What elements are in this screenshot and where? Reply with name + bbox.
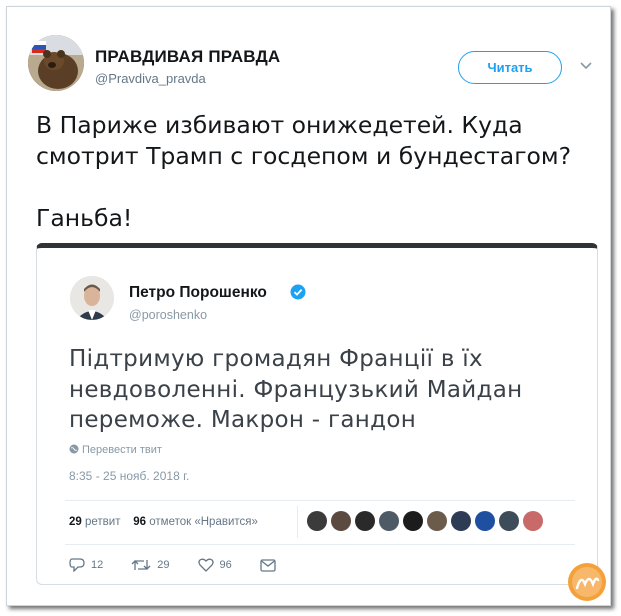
verified-icon [290,284,306,300]
globe-icon [69,444,79,454]
embedded-text-line: Підтримую громадян Франції в їх [69,346,483,372]
reply-button: 12 [69,558,103,572]
embedded-tweet-text: Підтримую громадян Франції в їх невдовол… [69,344,579,436]
tweet-card: ПРАВДИВАЯ ПРАВДА @Pravdiva_pravda Читать… [6,6,611,606]
embedded-handle: @poroshenko [129,308,208,322]
liker-avatar [307,511,327,531]
retweet-count: 29 [157,559,170,571]
embedded-display-name: Петро Порошенко [129,284,267,301]
liker-avatars [307,511,543,535]
liker-avatar [355,511,375,531]
tweet-text-line: Ганьба! [36,204,133,232]
retweet-button: 29 [131,558,170,572]
watermark-logo [568,563,606,601]
reply-count: 12 [91,559,104,571]
reply-icon [69,558,85,572]
engagement-stats: 29 ретвит 96 отметок «Нравится» [69,516,258,528]
retweets-count: 29 [69,516,82,528]
liker-avatar [499,511,519,531]
embedded-text-line: невдоволенні. Французький Майдан [69,376,523,403]
likes-label: отметок «Нравится» [149,516,258,528]
liker-avatar [403,511,423,531]
liker-avatar [475,511,495,531]
like-count: 96 [219,559,232,571]
message-icon [260,558,276,572]
translate-label: Перевести твит [82,444,162,456]
tweet-text-line: В Париже избивают онижедетей. Куда [36,111,523,139]
chevron-down-icon[interactable] [579,61,593,71]
author-display-name[interactable]: ПРАВДИВАЯ ПРАВДА [95,47,280,67]
follow-button[interactable]: Читать [458,51,562,84]
embedded-screenshot[interactable]: Петро Порошенко @poroshenko Підтримую гр… [36,243,598,585]
author-handle[interactable]: @Pravdiva_pravda [95,71,206,86]
embedded-avatar [70,276,114,320]
embedded-timestamp: 8:35 - 25 нояб. 2018 г. [69,469,190,483]
tweet-text: В Париже избивают онижедетей. Куда смотр… [36,110,596,234]
liker-avatar [523,511,543,531]
like-button: 96 [197,558,232,572]
divider [65,544,575,545]
liker-avatar [379,511,399,531]
liker-avatar [331,511,351,531]
embedded-text-line: переможе. Макрон - гандон [69,407,417,433]
retweet-icon [131,560,151,570]
divider [65,500,575,501]
translate-link: Перевести твит [69,444,162,456]
liker-avatar [451,511,471,531]
retweets-label: ретвит [85,516,121,528]
liker-avatar [427,511,447,531]
heart-icon [197,558,214,572]
likes-count: 96 [133,516,147,528]
action-bar: 12 29 96 [69,558,310,572]
tweet-text-line: смотрит Трамп с госдепом и бундестагом? [36,142,572,170]
author-avatar[interactable] [28,35,84,91]
divider [297,506,298,538]
message-button [260,558,282,572]
